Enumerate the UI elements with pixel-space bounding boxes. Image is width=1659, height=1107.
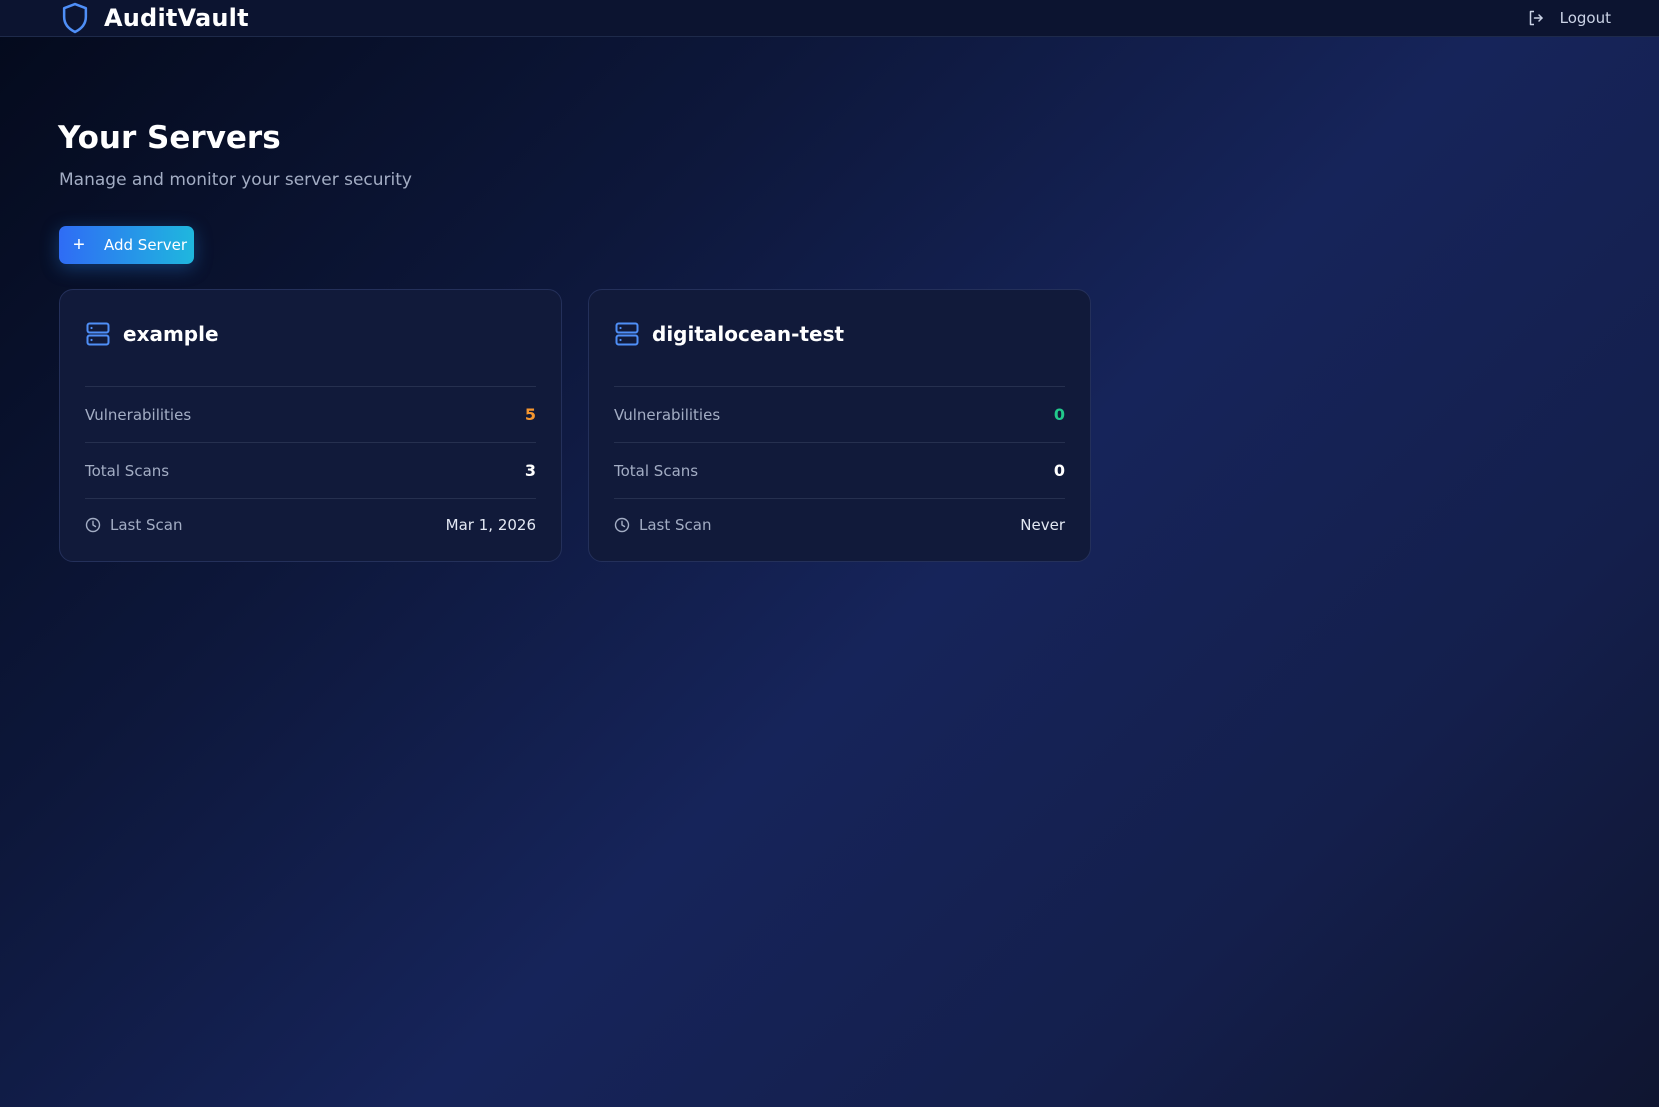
vulnerabilities-count: 0 [1053,405,1065,424]
vulnerabilities-count: 5 [524,405,536,424]
vulnerabilities-row: Vulnerabilities 5 [85,386,536,442]
logout-button[interactable]: Logout [1527,7,1611,29]
last-scan-label: Last Scan [110,515,183,534]
server-icon [615,322,639,346]
plus-icon: + [73,234,85,256]
last-scan-row: Last Scan Mar 1, 2026 [85,498,536,550]
total-scans-count: 3 [524,461,536,480]
server-card-header: example [86,319,219,349]
total-scans-row: Total Scans 3 [85,442,536,498]
total-scans-count: 0 [1053,461,1065,480]
page-title: Your Servers [58,120,281,156]
total-scans-label: Total Scans [85,461,170,480]
vulnerabilities-row: Vulnerabilities 0 [614,386,1065,442]
last-scan-label-wrap: Last Scan [85,516,182,534]
brand[interactable]: AuditVault [61,2,249,34]
logout-icon [1529,10,1543,26]
last-scan-label-wrap: Last Scan [614,516,711,534]
clock-icon [614,517,630,532]
clock-icon [85,517,101,532]
server-card-header: digitalocean-test [615,319,844,349]
server-card-digitalocean-test[interactable]: digitalocean-test Vulnerabilities 0 Tota… [588,289,1091,562]
server-name: digitalocean-test [652,322,845,346]
server-name: example [123,322,219,346]
last-scan-value: Mar 1, 2026 [445,515,536,534]
add-server-label: Add Server [104,236,187,254]
server-icon [86,322,110,346]
vulnerabilities-label: Vulnerabilities [614,405,721,424]
total-scans-row: Total Scans 0 [614,442,1065,498]
shield-icon [62,2,88,34]
page-subtitle: Manage and monitor your server security [59,170,412,190]
last-scan-value: Never [1020,515,1065,534]
top-bar: AuditVault Logout [0,0,1659,37]
last-scan-row: Last Scan Never [614,498,1065,550]
vulnerabilities-label: Vulnerabilities [85,405,192,424]
logout-label: Logout [1559,9,1611,27]
app-name: AuditVault [104,4,249,32]
last-scan-label: Last Scan [639,515,712,534]
server-card-example[interactable]: example Vulnerabilities 5 Total Scans 3 … [59,289,562,562]
total-scans-label: Total Scans [614,461,699,480]
add-server-button[interactable]: + Add Server [59,226,194,264]
